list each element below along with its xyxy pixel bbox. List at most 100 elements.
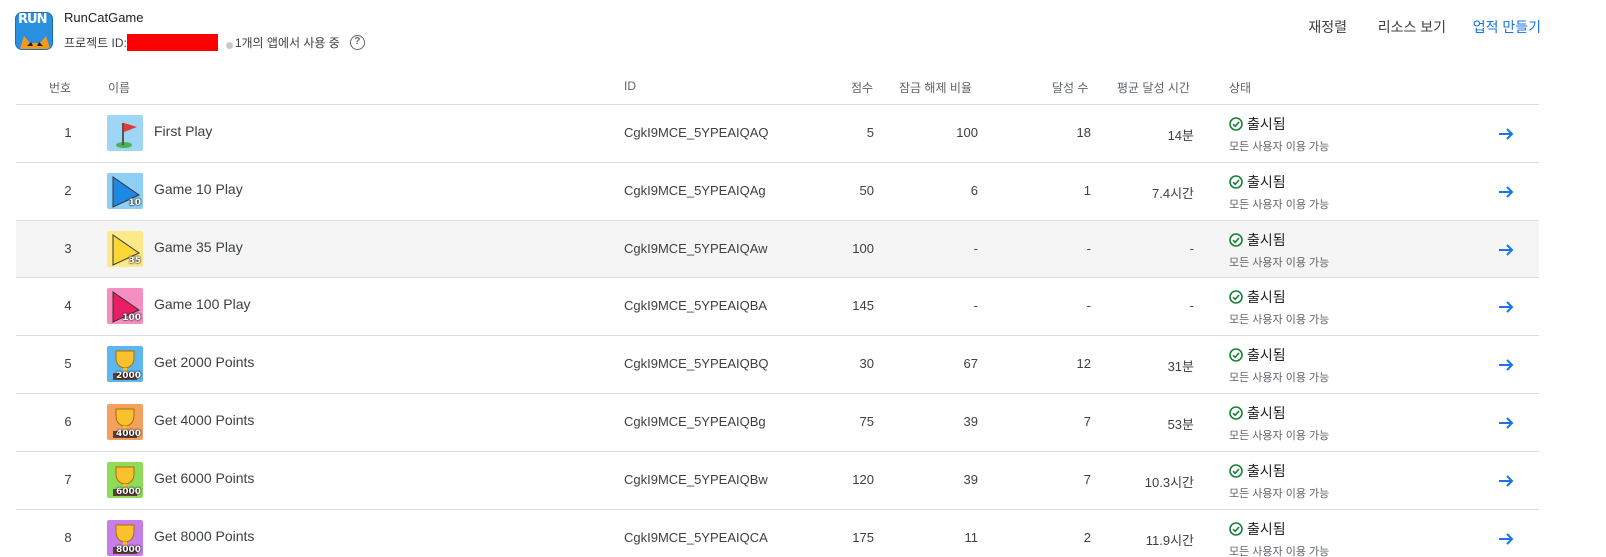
achievement-score: 175 xyxy=(852,529,874,545)
view-resources-button[interactable]: 리소스 보기 xyxy=(1378,17,1446,37)
achievement-score: 75 xyxy=(859,413,874,429)
table-row[interactable]: 2 10 Game 10 Play CgkI9MCE_5YPEAIQAg 50 6 1 7.4… xyxy=(16,163,1539,221)
status-text: 출시됨 xyxy=(1247,289,1286,306)
achievement-score: 100 xyxy=(852,240,874,256)
achievement-id: CgkI9MCE_5YPEAIQAQ xyxy=(624,125,769,140)
status-cell: 출시됨모든 사용자 이용 가능 xyxy=(1229,173,1329,212)
achievement-id: CgkI9MCE_5YPEAIQBw xyxy=(624,471,768,487)
unlock-rate: 11 xyxy=(964,529,979,545)
check-circle-icon xyxy=(1229,521,1243,536)
header-name: 이름 xyxy=(108,81,131,95)
unlock-rate: 67 xyxy=(963,356,978,372)
unlock-rate: 39 xyxy=(963,413,978,429)
app-icon-text: RUN xyxy=(18,12,47,27)
check-circle-icon xyxy=(1229,290,1243,305)
achievement-name: Get 6000 Points xyxy=(154,469,255,486)
avg-achieve-time: 53분 xyxy=(1167,416,1194,432)
achievement-id: CgkI9MCE_5YPEAIQBA xyxy=(624,298,768,314)
achieved-count: 18 xyxy=(1076,125,1091,140)
cat-face-graphic xyxy=(20,36,50,49)
table-row[interactable]: 1 First Play CgkI9MCE_5YPEAIQAQ 5 100 18 14분 출시… xyxy=(16,105,1539,163)
availability-text: 모든 사용자 이용 가능 xyxy=(1229,372,1330,385)
table-body: 1 First Play CgkI9MCE_5YPEAIQAQ 5 100 18 14분 출시… xyxy=(16,105,1539,557)
header-achieved-count: 달성 수 xyxy=(1052,81,1089,95)
blue-pennant-icon: 10 xyxy=(107,172,143,209)
header-unlock-rate: 잠금 해제 비율 xyxy=(899,81,972,95)
status-text: 출시됨 xyxy=(1247,520,1286,537)
status-text: 출시됨 xyxy=(1247,347,1286,364)
icon-badge-number: 6000 xyxy=(115,486,141,497)
arrow-right-icon[interactable] xyxy=(1496,240,1516,260)
availability-text: 모든 사용자 이용 가능 xyxy=(1229,141,1330,153)
table-row[interactable]: 6 4000 Get 4000 Points CgkI9MCE_5YPEAIQBg 75… xyxy=(16,394,1539,452)
row-number: 3 xyxy=(64,240,72,256)
unlock-rate: 6 xyxy=(970,182,978,198)
achievement-name: Get 8000 Points xyxy=(154,527,255,544)
row-number: 6 xyxy=(64,413,72,429)
app-title: RunCatGame xyxy=(64,10,144,25)
status-line: 출시됨 xyxy=(1229,346,1329,364)
header-num: 번호 xyxy=(49,81,72,95)
trophy-8000-icon: 8000 xyxy=(107,519,143,556)
reorder-button[interactable]: 재정렬 xyxy=(1308,17,1347,37)
table-row[interactable]: 4 100 Game 100 Play CgkI9MCE_5YPEAIQBA 145 - -… xyxy=(16,278,1539,337)
achievement-name: Game 100 Play xyxy=(154,296,251,313)
status-line: 출시됨 xyxy=(1229,288,1329,306)
check-circle-icon xyxy=(1229,406,1243,420)
achieved-count: - xyxy=(1086,298,1091,314)
check-circle-icon xyxy=(1229,348,1243,362)
achievements-table: 번호 이름 ID 점수 잠금 해제 비율 달성 수 평균 달성 시간 상태 1 F… xyxy=(16,67,1539,557)
availability-text: 모든 사용자 이용 가능 xyxy=(1229,429,1330,442)
yellow-pennant-icon: 35 xyxy=(107,230,143,267)
achievement-name: First Play xyxy=(154,123,213,139)
status-line: 출시됨 xyxy=(1229,520,1329,538)
availability-text: 모든 사용자 이용 가능 xyxy=(1229,198,1330,211)
runcat-app-icon: RUN xyxy=(15,12,53,50)
arrow-right-icon[interactable] xyxy=(1496,124,1516,144)
status-text: 출시됨 xyxy=(1247,404,1286,421)
table-row[interactable]: 5 2000 Get 2000 Points CgkI9MCE_5YPEAIQBQ 30… xyxy=(16,336,1539,394)
status-cell: 출시됨모든 사용자 이용 가능 xyxy=(1229,115,1329,154)
status-line: 출시됨 xyxy=(1229,404,1329,422)
project-id-line: 프로젝트 ID: 1개의 앱에서 사용 중 ? xyxy=(64,33,365,51)
create-achievement-button[interactable]: 업적 만들기 xyxy=(1473,17,1541,37)
availability-text: 모든 사용자 이용 가능 xyxy=(1229,487,1330,500)
project-id-label: 프로젝트 ID: xyxy=(64,35,127,50)
avg-achieve-time: 7.4시간 xyxy=(1152,185,1194,201)
availability-text: 모든 사용자 이용 가능 xyxy=(1229,256,1330,269)
check-circle-icon xyxy=(1229,232,1243,247)
status-text: 출시됨 xyxy=(1247,173,1286,190)
status-dot-icon xyxy=(225,41,233,49)
status-text: 출시됨 xyxy=(1247,116,1286,132)
achieved-count: 12 xyxy=(1076,356,1091,372)
arrow-right-icon[interactable] xyxy=(1496,297,1516,317)
unlock-rate: - xyxy=(973,298,978,314)
unlock-rate: 100 xyxy=(956,125,978,140)
arrow-right-icon[interactable] xyxy=(1496,529,1516,549)
table-row[interactable]: 8 8000 Get 8000 Points CgkI9MCE_5YPEAIQCA 17… xyxy=(16,510,1539,557)
arrow-right-icon[interactable] xyxy=(1496,471,1516,491)
achieved-count: 7 xyxy=(1083,413,1091,429)
header-avg-time: 평균 달성 시간 xyxy=(1117,81,1190,95)
status-cell: 출시됨 모든 사용자 이용 가능 xyxy=(1229,231,1329,270)
achievement-name: Game 10 Play xyxy=(154,180,243,197)
table-row[interactable]: 3 35 Game 35 Play CgkI9MCE_5YPEAIQAw 100 - - - 출… xyxy=(16,220,1539,279)
trophy-6000-icon: 6000 xyxy=(107,461,143,498)
table-row[interactable]: 7 6000 Get 6000 Points CgkI9MCE_5YPEAIQBw 12… xyxy=(16,452,1539,510)
availability-text: 모든 사용자 이용 가능 xyxy=(1229,545,1330,557)
achievement-id: CgkI9MCE_5YPEAIQCA xyxy=(624,529,768,545)
achievement-score: 145 xyxy=(852,298,874,314)
arrow-right-icon[interactable] xyxy=(1496,182,1516,202)
arrow-right-icon[interactable] xyxy=(1496,413,1516,433)
status-cell: 출시됨 모든 사용자 이용 가능 xyxy=(1229,462,1329,501)
avg-achieve-time: 14분 xyxy=(1167,128,1194,143)
achievement-id: CgkI9MCE_5YPEAIQBQ xyxy=(624,356,769,372)
status-cell: 출시됨 모든 사용자 이용 가능 xyxy=(1229,288,1329,327)
header-score: 점수 xyxy=(851,81,874,95)
help-circle-icon[interactable]: ? xyxy=(349,34,365,50)
icon-badge-number: 100 xyxy=(122,313,141,324)
row-number: 4 xyxy=(64,298,72,314)
redacted-project-id xyxy=(126,33,218,51)
arrow-right-icon[interactable] xyxy=(1496,355,1516,375)
row-number: 1 xyxy=(64,125,72,140)
